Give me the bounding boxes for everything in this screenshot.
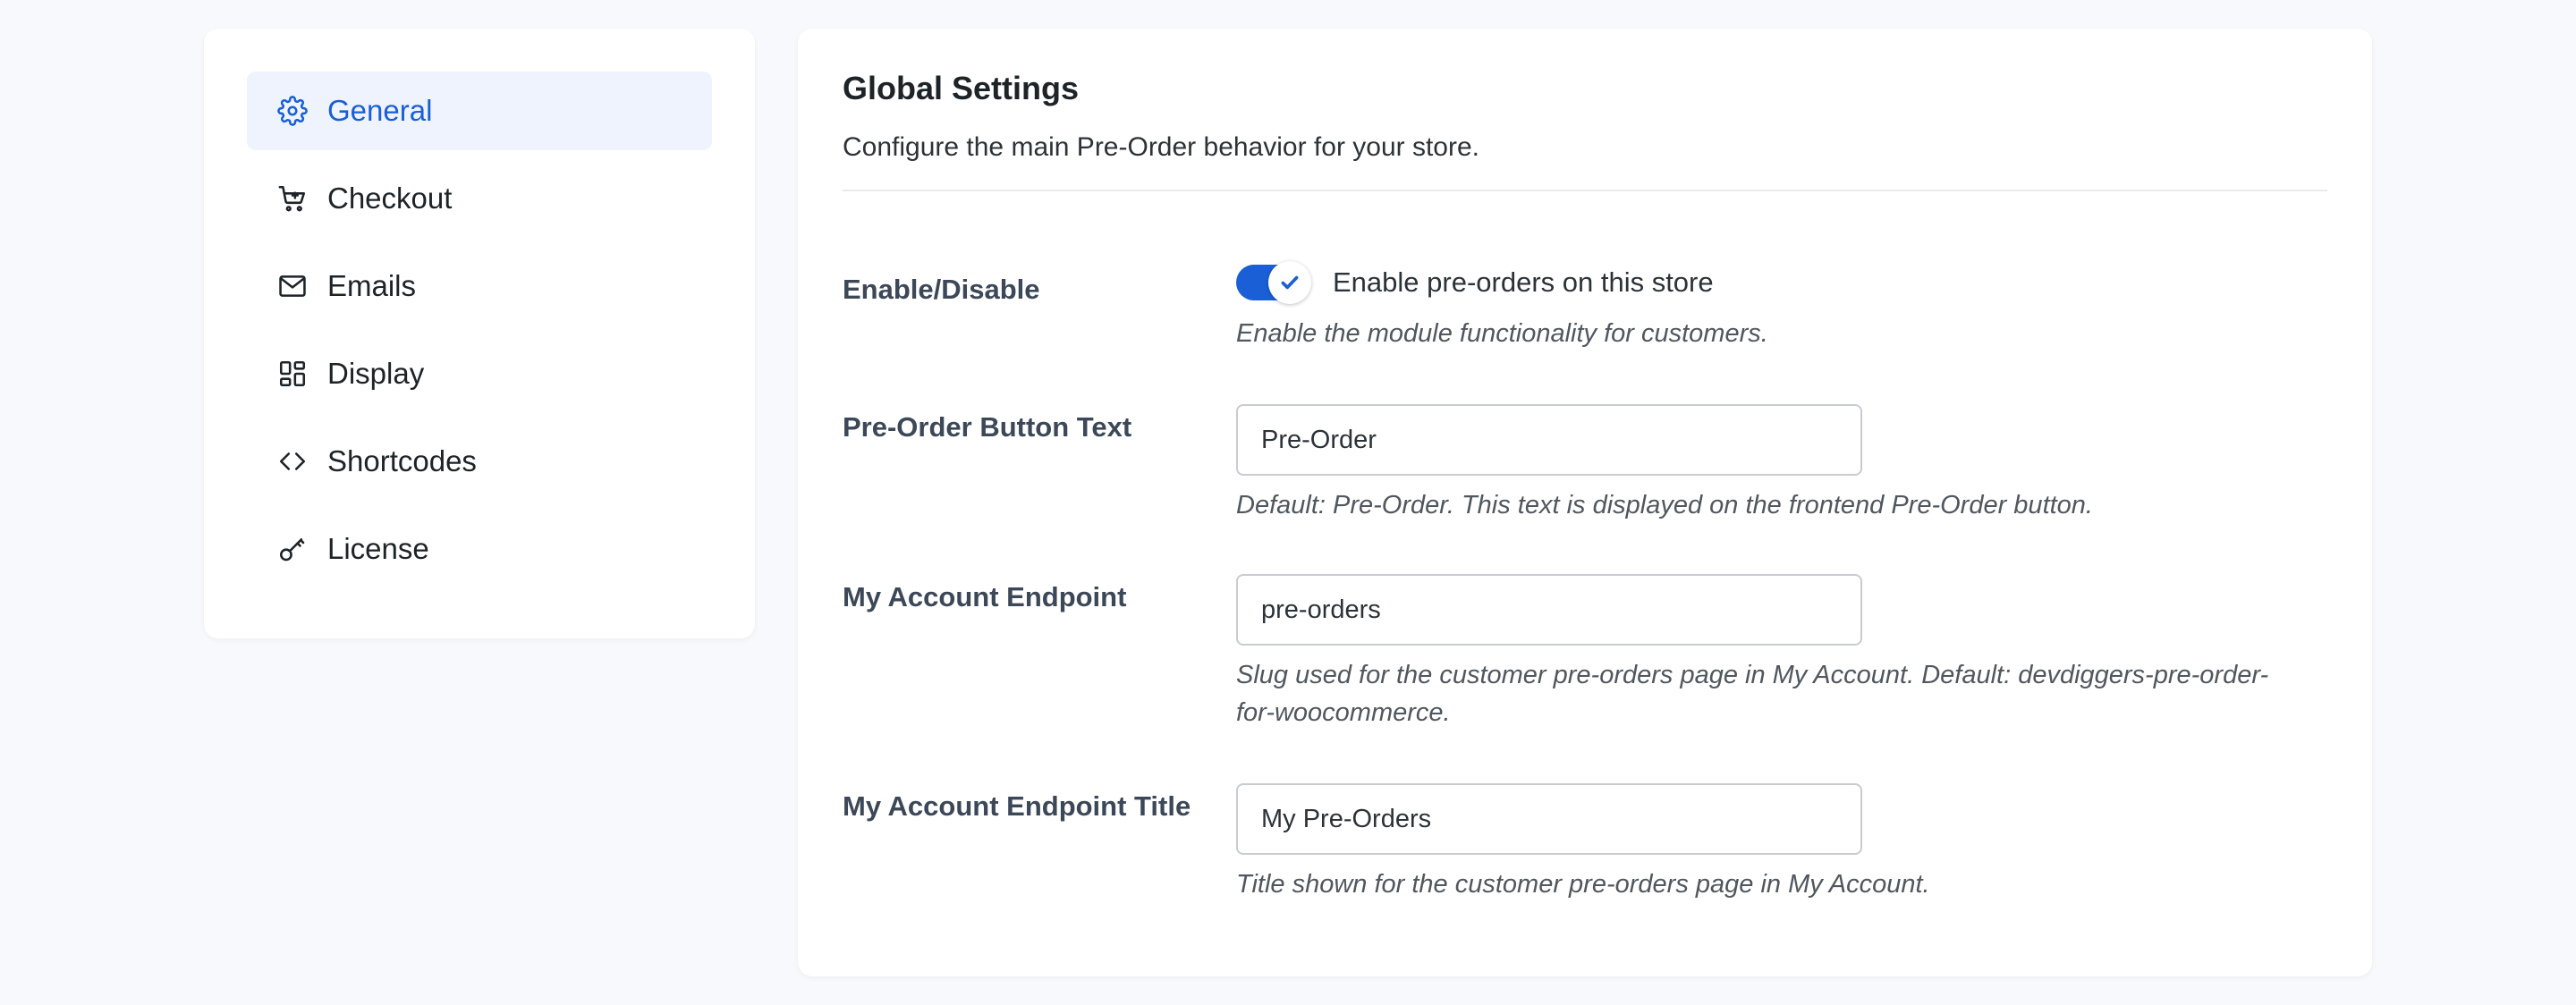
cart-icon [277,183,308,214]
page: General Checkout Emails Display Shortcod… [0,0,2576,1005]
my-account-endpoint-input[interactable] [1236,574,1862,646]
sidebar-item-shortcodes[interactable]: Shortcodes [247,422,712,501]
endpoint-control: Slug used for the customer pre-orders pa… [1236,574,2301,731]
preorder-button-text-input[interactable] [1236,404,1862,476]
settings-sidebar: General Checkout Emails Display Shortcod… [204,29,755,638]
button-text-label: Pre-Order Button Text [843,411,1132,443]
dashboard-icon [277,359,308,389]
endpoint-title-control: Title shown for the customer pre-orders … [1236,783,2301,903]
sidebar-item-label: Shortcodes [327,444,477,477]
sidebar-item-label: Display [327,357,425,390]
endpoint-label: My Account Endpoint [843,581,1127,612]
sidebar-item-checkout[interactable]: Checkout [247,159,712,238]
global-settings-panel: Global Settings Configure the main Pre-O… [798,29,2372,976]
check-icon [1281,275,1299,290]
sidebar-item-label: License [327,532,429,565]
toggle-knob [1268,261,1311,304]
page-description: Configure the main Pre-Order behavior fo… [843,132,1479,162]
endpoint-help: Slug used for the customer pre-orders pa… [1236,661,2269,727]
my-account-endpoint-title-input[interactable] [1236,783,1862,855]
key-icon [277,534,308,564]
page-title: Global Settings [843,70,1080,106]
endpoint-title-help: Title shown for the customer pre-orders … [1236,870,1930,899]
enable-preorders-toggle[interactable] [1236,261,1311,304]
sidebar-item-license[interactable]: License [247,510,712,588]
button-text-control: Default: Pre-Order. This text is display… [1236,404,2301,524]
sidebar-item-display[interactable]: Display [247,334,712,413]
enable-toggle-text: Enable pre-orders on this store [1333,266,1714,298]
enable-label: Enable/Disable [843,274,1040,305]
code-icon [277,446,308,477]
enable-control: Enable pre-orders on this store Enable t… [1236,261,2301,352]
enable-toggle-line: Enable pre-orders on this store [1236,261,2301,304]
divider [843,190,2327,191]
sidebar-item-general[interactable]: General [247,72,712,150]
sidebar-item-label: Emails [327,269,417,302]
gear-icon [277,96,308,126]
endpoint-title-label: My Account Endpoint Title [843,790,1191,822]
sidebar-item-emails[interactable]: Emails [247,247,712,325]
envelope-icon [277,271,308,301]
sidebar-item-label: General [327,94,433,127]
enable-help: Enable the module functionality for cust… [1236,319,1768,348]
sidebar-item-label: Checkout [327,182,453,215]
button-text-help: Default: Pre-Order. This text is display… [1236,491,2093,519]
